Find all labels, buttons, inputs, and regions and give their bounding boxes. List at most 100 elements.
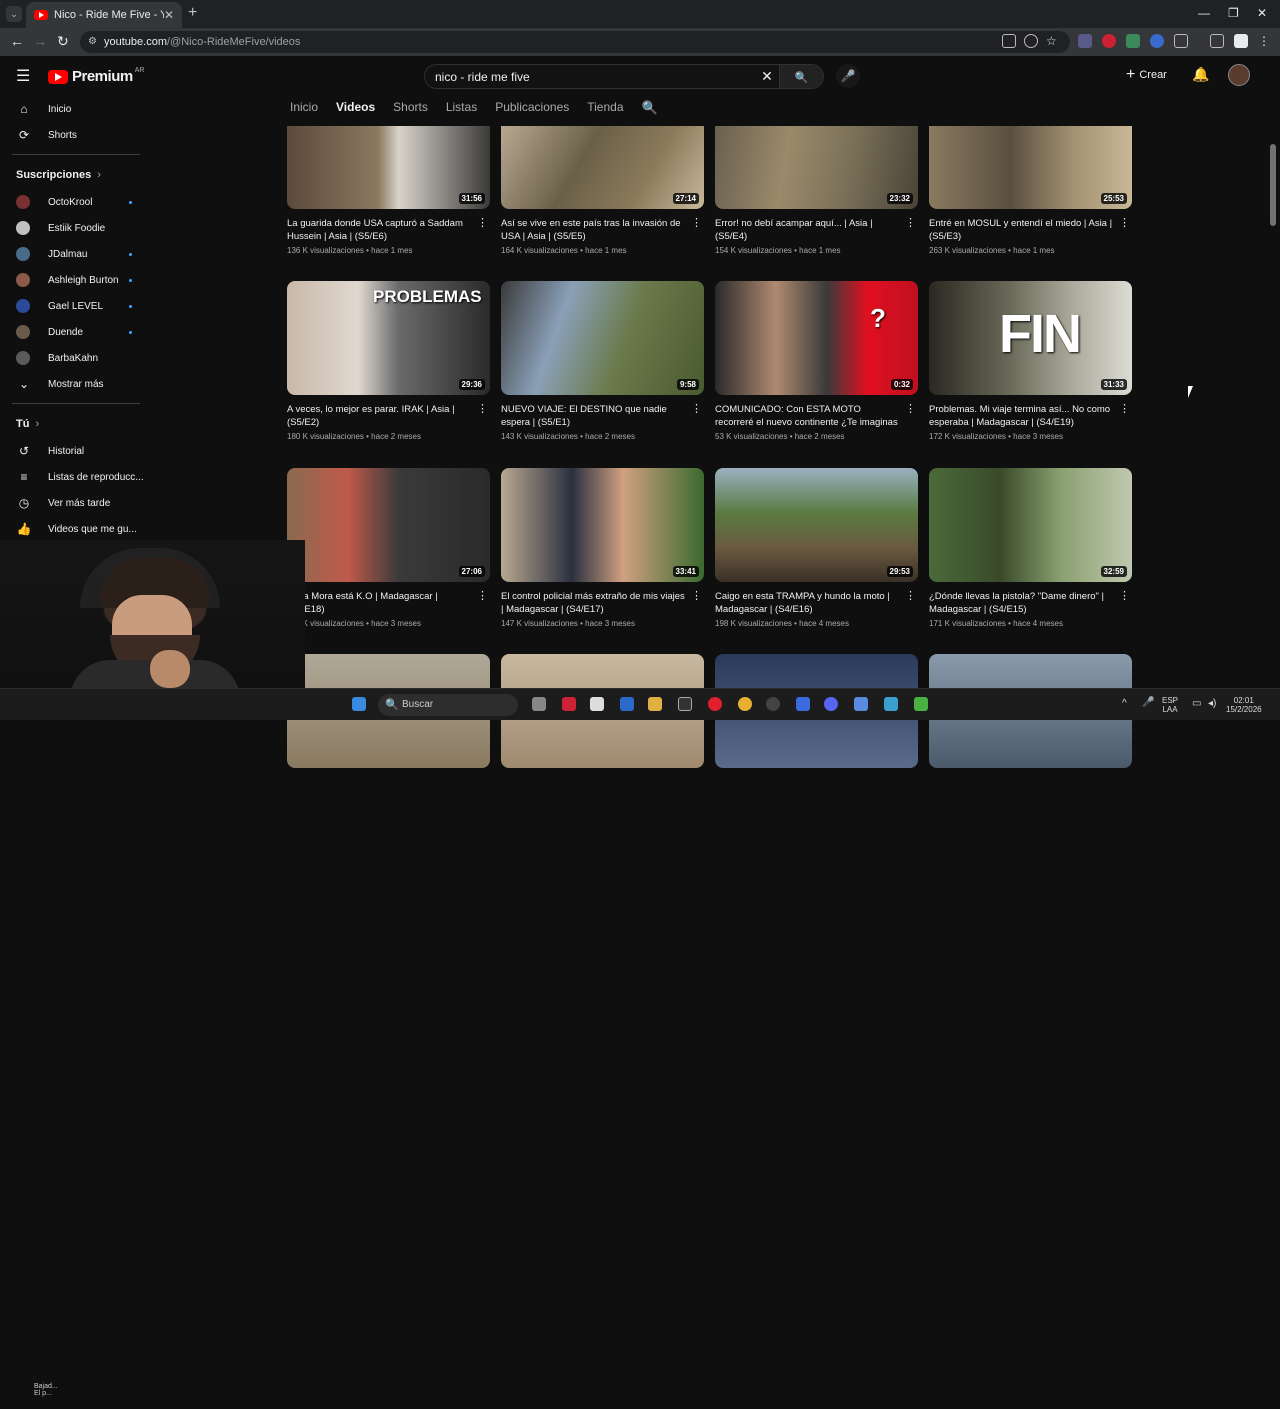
browser-tab[interactable]: Nico - Ride Me Five - YouTube ✕ [26,2,182,28]
video-card[interactable]: ? 0:32 COMUNICADO: Con ESTA MOTO recorreré… [715,281,918,441]
new-tab-button[interactable]: + [188,4,197,22]
more-options-icon[interactable]: ⋮ [691,590,702,603]
clear-search-icon[interactable]: ✕ [755,65,779,88]
extension-icon[interactable] [1126,34,1140,48]
show-more-button[interactable]: ⌄ Mostrar más [0,371,152,397]
subscription-item[interactable]: OctoKrool [0,189,152,215]
more-options-icon[interactable]: ⋮ [1119,217,1130,230]
chrome-icon[interactable] [738,697,752,711]
task-view-icon[interactable] [532,697,546,711]
video-card[interactable]: 27:14 Así se vive en este país tras la in… [501,126,704,255]
clock[interactable]: 02:01 15/2/2026 [1226,696,1262,714]
video-title[interactable]: Así se vive en este país tras la invasió… [501,217,704,243]
app-icon[interactable] [678,697,692,711]
create-button[interactable]: + Crear [1126,66,1167,84]
app-icon[interactable] [562,697,576,711]
video-thumbnail[interactable]: 31:56 [287,126,490,209]
notifications-bell-icon[interactable]: 🔔 [1192,66,1209,83]
page-scrollbar[interactable] [1270,144,1276,226]
video-card[interactable]: 31:56 La guarida donde USA capturó a Sadd… [287,126,490,255]
video-title[interactable]: ¿Dónde llevas la pistola? "Dame dinero" … [929,590,1132,616]
sidebar-item[interactable]: ≡ Listas de reproducc... [0,464,152,490]
more-options-icon[interactable]: ⋮ [691,403,702,416]
more-options-icon[interactable]: ⋮ [691,217,702,230]
tab-listas[interactable]: Listas [446,100,477,116]
video-thumbnail[interactable]: 33:41 [501,468,704,582]
more-options-icon[interactable]: ⋮ [905,217,916,230]
subscription-item[interactable]: JDalmau [0,241,152,267]
subscriptions-header[interactable]: Suscripciones › [0,161,152,189]
tab-tienda[interactable]: Tienda [587,100,623,116]
taskbar-search[interactable]: 🔍 Buscar [378,694,518,716]
network-icon[interactable]: ▭ [1192,699,1201,709]
video-thumbnail[interactable]: 9:58 [501,281,704,395]
language-indicator[interactable]: ESP LAA [1162,696,1178,714]
bookmark-star-icon[interactable]: ☆ [1046,34,1060,48]
video-title[interactable]: Entré en MOSUL y entendí el miedo | Asia… [929,217,1132,243]
sidebar-item[interactable]: ◷ Ver más tarde [0,490,152,516]
video-thumbnail[interactable]: PROBLEMAS 29:36 [287,281,490,395]
more-options-icon[interactable]: ⋮ [477,217,488,230]
subscription-item[interactable]: Ashleigh Burton [0,267,152,293]
tab-videos[interactable]: Videos [336,100,375,116]
video-title[interactable]: NUEVO VIAJE: El DESTINO que nadie espera… [501,403,704,429]
search-button[interactable]: 🔍 [779,65,823,88]
tab-inicio[interactable]: Inicio [290,100,318,116]
video-card[interactable]: FIN 31:33 Problemas. Mi viaje termina así.… [929,281,1132,441]
video-thumbnail[interactable]: FIN 31:33 [929,281,1132,395]
sidebar-item[interactable]: ⌂ Inicio [0,96,152,122]
account-avatar[interactable] [1228,64,1250,86]
menu-icon[interactable]: ☰ [16,66,30,86]
more-options-icon[interactable]: ⋮ [905,590,916,603]
video-thumbnail[interactable]: 32:59 [929,468,1132,582]
video-thumbnail[interactable]: 23:32 [715,126,918,209]
video-thumbnail[interactable]: 25:53 [929,126,1132,209]
address-bar[interactable]: ⚙ youtube.com/@Nico-RideMeFive/videos [80,31,1070,53]
extension-icon[interactable] [1078,34,1092,48]
app-icon[interactable] [854,697,868,711]
sidebar-item[interactable]: 👍 Videos que me gu... [0,516,152,542]
youtube-premium-logo[interactable]: Premium AR [48,67,144,85]
more-options-icon[interactable]: ⋮ [1119,590,1130,603]
discord-icon[interactable] [824,697,838,711]
video-card[interactable]: 29:53 Caigo en esta TRAMPA y hundo la mot… [715,468,918,628]
profile-icon[interactable] [1234,34,1248,48]
video-card[interactable]: 32:59 ¿Dónde llevas la pistola? "Dame din… [929,468,1132,628]
tab-close-icon[interactable]: ✕ [164,8,174,22]
close-window-button[interactable]: ✕ [1257,6,1267,20]
app-icon[interactable] [590,697,604,711]
file-explorer-icon[interactable] [648,697,662,711]
subscription-item[interactable]: Duende [0,319,152,345]
tab-publicaciones[interactable]: Publicaciones [495,100,569,116]
app-icon[interactable] [796,697,810,711]
extension-icon[interactable] [1150,34,1164,48]
windows-start-icon[interactable] [352,697,366,711]
restore-button[interactable]: ❐ [1228,6,1239,20]
video-title[interactable]: Mora Mora está K.O | Madagascar | (S4/E1… [287,590,490,616]
video-thumbnail[interactable]: 27:06 [287,468,490,582]
reload-button[interactable]: ↻ [57,33,69,50]
app-icon[interactable] [766,697,780,711]
video-card[interactable]: 23:32 Error! no debí acampar aquí... | As… [715,126,918,255]
app-icon[interactable] [884,697,898,711]
video-card[interactable]: 33:41 El control policial más extraño de … [501,468,704,628]
outlook-icon[interactable] [620,697,634,711]
subscription-item[interactable]: BarbaKahn [0,345,152,371]
video-card[interactable]: PROBLEMAS 29:36 A veces, lo mejor es parar… [287,281,490,441]
forward-button[interactable]: → [33,33,47,49]
sidebar-item[interactable]: ↺ Historial [0,438,152,464]
video-title[interactable]: El control policial más extraño de mis v… [501,590,704,616]
voice-search-button[interactable]: 🎤 [836,64,860,88]
video-title[interactable]: COMUNICADO: Con ESTA MOTO recorreré el n… [715,403,918,429]
tray-overflow-icon[interactable]: ^ [1122,699,1127,709]
video-card[interactable]: 25:53 Entré en MOSUL y entendí el miedo |… [929,126,1132,255]
browser-menu-icon[interactable]: ⋮ [1258,34,1272,48]
video-title[interactable]: La guarida donde USA capturó a Saddam Hu… [287,217,490,243]
volume-icon[interactable]: ◂) [1208,699,1216,709]
back-button[interactable]: ← [10,33,24,49]
more-options-icon[interactable]: ⋮ [905,403,916,416]
video-title[interactable]: Error! no debí acampar aquí... | Asia | … [715,217,918,243]
more-options-icon[interactable]: ⋮ [1119,403,1130,416]
reading-list-icon[interactable] [1210,34,1224,48]
install-app-icon[interactable] [1002,34,1016,48]
